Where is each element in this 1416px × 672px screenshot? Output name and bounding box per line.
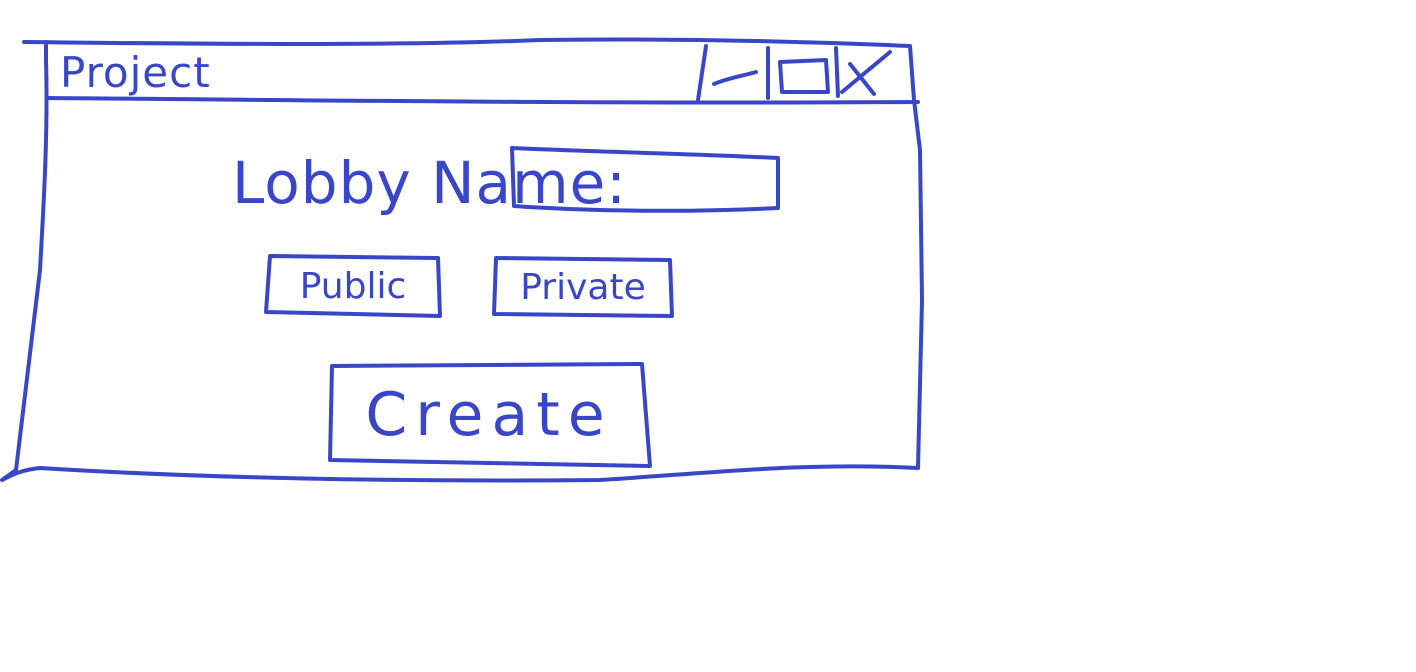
private-button[interactable]: Private — [493, 258, 673, 316]
maximize-button[interactable] — [768, 44, 836, 100]
window-frame-sketch — [0, 37, 924, 483]
create-button[interactable]: Create — [328, 364, 650, 466]
minimize-button[interactable] — [700, 44, 766, 100]
close-button[interactable] — [838, 44, 912, 100]
public-button[interactable]: Public — [266, 256, 440, 316]
lobby-name-input[interactable] — [510, 148, 780, 210]
window-title: Project — [60, 48, 211, 97]
